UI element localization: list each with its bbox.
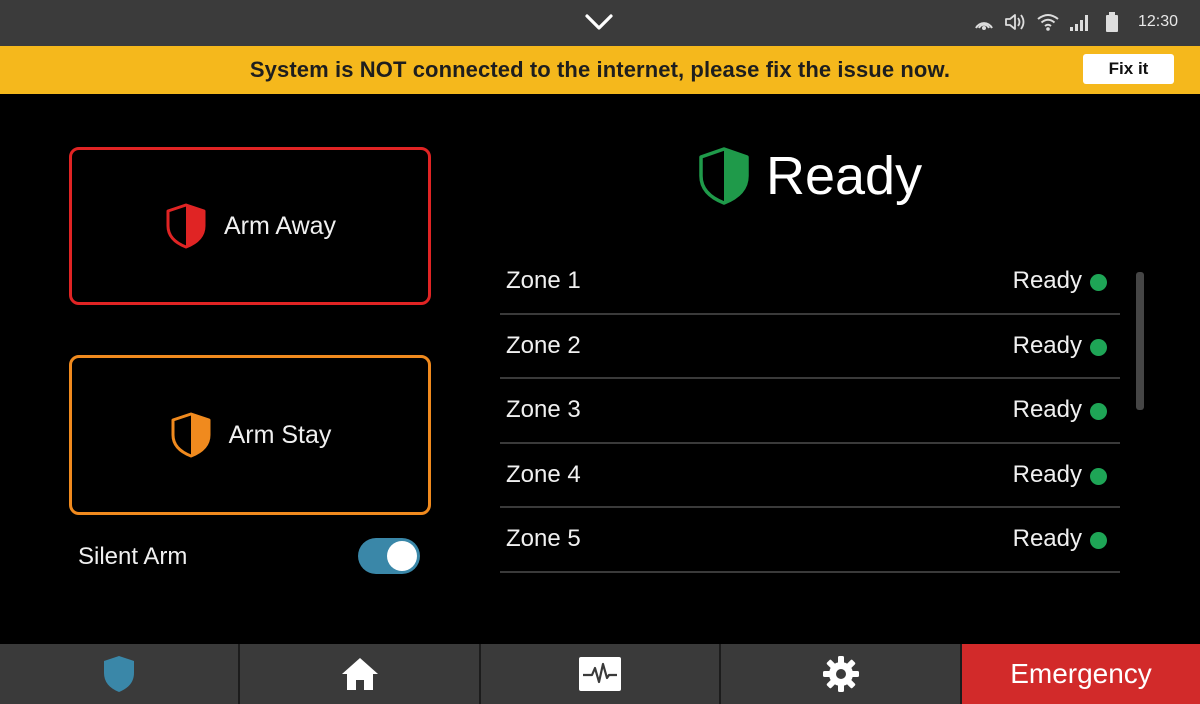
zone-row[interactable]: Zone 3 Ready (500, 379, 1120, 444)
shield-half-orange-icon (171, 412, 211, 458)
zone-name: Zone 4 (506, 460, 581, 488)
zone-list-scrollbar[interactable] (1136, 272, 1144, 410)
zone-list: Zone 1 Ready Zone 2 Ready Zone 3 Ready Z… (500, 250, 1120, 573)
nfc-icon (972, 11, 996, 33)
bottom-nav: Emergency (0, 644, 1200, 704)
status-bar: 12:30 (0, 0, 1200, 46)
activity-monitor-icon (579, 657, 621, 691)
zone-status: Ready (1012, 267, 1082, 294)
shield-half-red-icon (166, 203, 206, 249)
nav-settings[interactable] (721, 644, 962, 704)
arm-stay-label: Arm Stay (228, 420, 332, 449)
zone-name: Zone 5 (506, 525, 581, 552)
emergency-label: Emergency (1010, 658, 1152, 689)
status-icons: 12:30 (972, 10, 1178, 34)
settings-gear-icon (822, 656, 859, 692)
zone-status-dot (1090, 403, 1107, 420)
zone-status: Ready (1012, 460, 1082, 488)
zone-status: Ready (1012, 396, 1082, 423)
clock: 12:30 (1137, 13, 1178, 30)
silent-arm-label: Silent Arm (78, 543, 188, 570)
signal-icon (1068, 11, 1092, 33)
zone-status-dot (1090, 532, 1107, 549)
banner-message: System is NOT connected to the internet,… (249, 57, 951, 82)
nav-activity[interactable] (481, 644, 721, 704)
arm-away-label: Arm Away (223, 211, 337, 240)
zone-status-dot (1090, 274, 1107, 291)
volume-icon (1004, 11, 1028, 33)
zone-row[interactable]: Zone 2 Ready (500, 315, 1120, 379)
battery-icon (1100, 11, 1124, 33)
collapse-chevron-icon[interactable] (583, 10, 615, 34)
zone-status-dot (1090, 467, 1107, 485)
zone-name: Zone 3 (506, 396, 581, 423)
fix-it-button[interactable]: Fix it (1083, 54, 1174, 84)
wifi-icon (1036, 11, 1060, 33)
emergency-button[interactable]: Emergency (962, 644, 1200, 704)
zone-name: Zone 1 (506, 267, 581, 294)
zone-status: Ready (1012, 331, 1082, 359)
zone-row[interactable]: Zone 1 Ready (500, 250, 1120, 315)
home-icon (341, 658, 378, 690)
shield-half-green-icon (699, 147, 749, 205)
system-status-header: Ready (696, 145, 922, 207)
zone-name: Zone 2 (506, 331, 581, 359)
zone-status-dot (1090, 338, 1107, 356)
arm-stay-button[interactable]: Arm Stay (69, 355, 431, 515)
nav-home[interactable] (240, 644, 481, 704)
zone-status: Ready (1012, 525, 1082, 552)
arm-away-button[interactable]: Arm Away (69, 147, 431, 305)
connection-warning-banner: System is NOT connected to the internet,… (0, 46, 1200, 94)
silent-arm-toggle[interactable] (358, 538, 420, 574)
zone-row[interactable]: Zone 4 Ready (500, 444, 1120, 508)
system-status-label: Ready (766, 146, 923, 206)
toggle-knob (387, 541, 417, 571)
zone-row[interactable]: Zone 5 Ready (500, 508, 1120, 573)
nav-security[interactable] (0, 644, 240, 704)
security-shield-icon (104, 656, 134, 692)
